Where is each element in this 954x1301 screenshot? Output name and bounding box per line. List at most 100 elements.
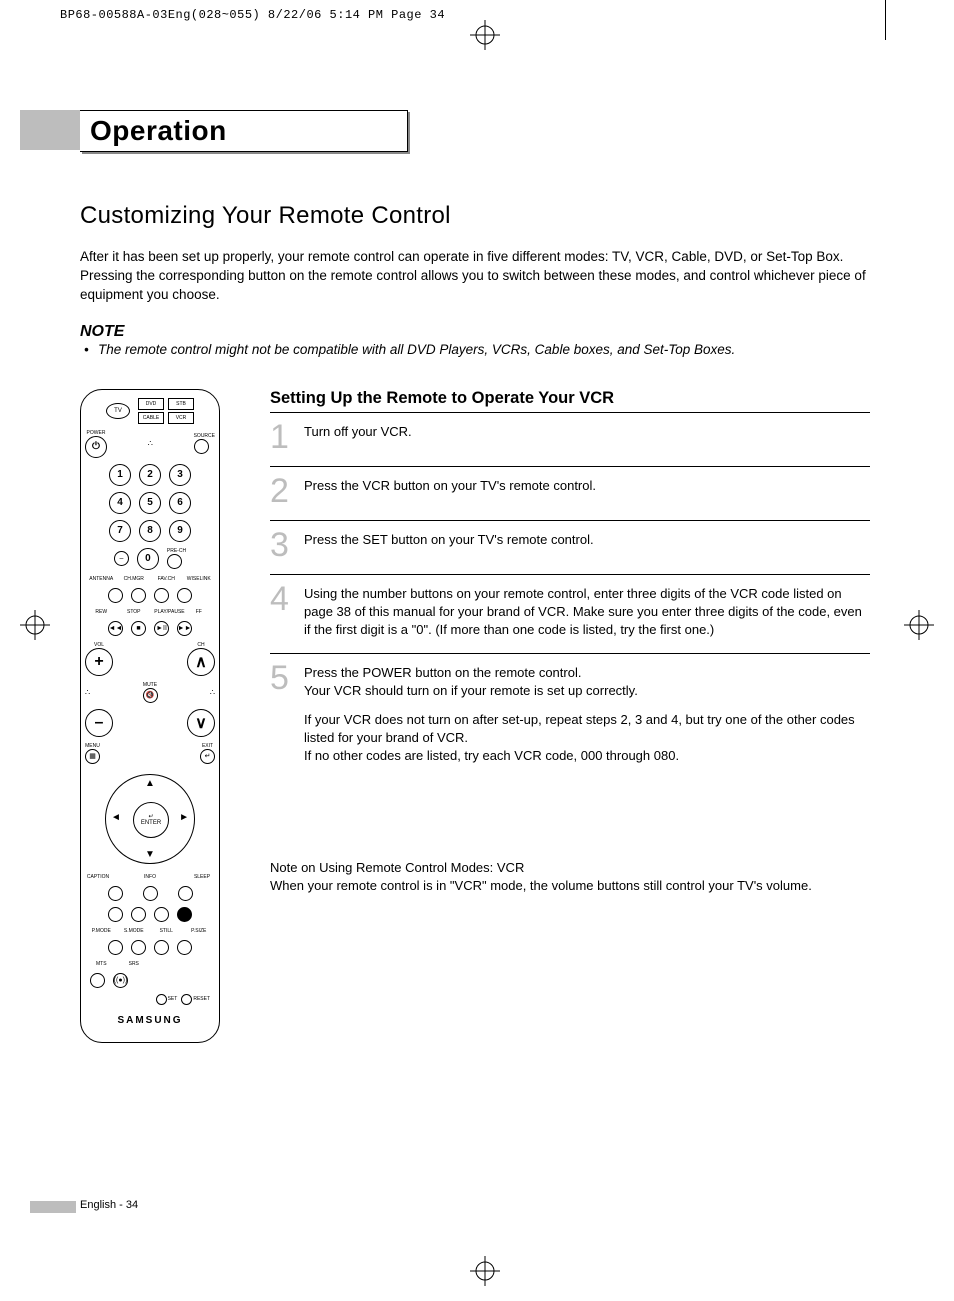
remote-psize-button [177, 940, 192, 955]
remote-stb-button: STB [168, 398, 194, 410]
remote-exit-label: EXIT [200, 743, 215, 749]
step-5-p1: Press the POWER button on the remote con… [304, 664, 870, 700]
remote-mts-button [90, 973, 105, 988]
remote-pmode-label: P.MODE [89, 928, 113, 934]
remote-smode-button [131, 940, 146, 955]
remote-dpad: ▲ ▼ ◄ ► ↵ENTER [105, 774, 195, 864]
remote-caption-label: CAPTION [86, 874, 110, 880]
mode-note: Note on Using Remote Control Modes: VCR … [270, 859, 870, 895]
remote-set-button [156, 994, 167, 1005]
step-text: Press the VCR button on your TV's remote… [304, 477, 596, 506]
step-number: 2 [270, 477, 292, 506]
remote-vcr-button: VCR [168, 412, 194, 424]
remote-mute-button: 🔇 [143, 688, 158, 703]
remote-psize-label: P.SIZE [187, 928, 211, 934]
step-2: 2 Press the VCR button on your TV's remo… [270, 467, 870, 521]
remote-chmgr-button [131, 588, 146, 603]
remote-enter-label: ENTER [141, 820, 161, 826]
remote-key-6: 6 [169, 492, 191, 514]
note-body: The remote control might not be compatib… [80, 341, 870, 359]
remote-key-dash: – [114, 551, 129, 566]
remote-key-4: 4 [109, 492, 131, 514]
remote-rew-label: REW [89, 609, 113, 615]
step-number: 1 [270, 423, 292, 452]
remote-smode-label: S.MODE [122, 928, 146, 934]
remote-vol-down: – [85, 709, 113, 737]
remote-ch-label: CH [187, 642, 215, 648]
remote-ch-down: ∨ [187, 709, 215, 737]
remote-prech-label: PRE-CH [167, 548, 186, 554]
remote-illustration: TV DVD STB CABLE VCR POWER [80, 389, 230, 1043]
step-5-p2: If your VCR does not turn on after set-u… [304, 711, 870, 766]
banner-accent [20, 110, 80, 150]
step-3: 3 Press the SET button on your TV's remo… [270, 521, 870, 575]
registration-mark-top [470, 20, 500, 50]
page-footer: English - 34 [80, 1199, 138, 1211]
remote-stop-label: STOP [122, 609, 146, 615]
remote-antenna-label: ANTENNA [89, 576, 113, 582]
remote-key-7: 7 [109, 520, 131, 542]
remote-wiselink-button [177, 588, 192, 603]
remote-rew-button: ◄◄ [108, 621, 123, 636]
remote-tv-button: TV [106, 403, 130, 419]
step-number: 5 [270, 664, 292, 765]
remote-pmode-button [108, 940, 123, 955]
step-number: 3 [270, 531, 292, 560]
remote-cable-button: CABLE [138, 412, 164, 424]
page-content: Operation Customizing Your Remote Contro… [80, 110, 870, 1043]
remote-favch-button [154, 588, 169, 603]
crop-mark-line [885, 0, 886, 40]
remote-source-button [194, 439, 209, 454]
remote-color-3 [154, 907, 169, 922]
remote-source-label: SOURCE [194, 433, 215, 439]
remote-favch-label: FAV.CH [154, 576, 178, 582]
remote-key-5: 5 [139, 492, 161, 514]
remote-still-label: STILL [154, 928, 178, 934]
remote-exit-button: ↵ [200, 749, 215, 764]
remote-wiselink-label: WISELINK [187, 576, 211, 582]
remote-srs-button: ((●)) [113, 973, 128, 988]
remote-antenna-button [108, 588, 123, 603]
remote-stop-button: ■ [131, 621, 146, 636]
note-heading: NOTE [80, 323, 870, 341]
remote-key-1: 1 [109, 464, 131, 486]
remote-chmgr-label: CH.MGR [122, 576, 146, 582]
remote-key-3: 3 [169, 464, 191, 486]
remote-menu-label: MENU [85, 743, 100, 749]
step-text: Press the SET button on your TV's remote… [304, 531, 594, 560]
remote-still-button [154, 940, 169, 955]
remote-ff-button: ►► [177, 621, 192, 636]
remote-play-label: PLAY/PAUSE [154, 609, 178, 615]
remote-key-0: 0 [137, 548, 159, 570]
remote-srs-label: SRS [122, 961, 146, 967]
crop-mark-header: BP68-00588A-03Eng(028~055) 8/22/06 5:14 … [60, 8, 445, 22]
step-5: 5 Press the POWER button on the remote c… [270, 654, 870, 779]
remote-caption-button [108, 886, 123, 901]
step-1: 1 Turn off your VCR. [270, 413, 870, 467]
remote-mts-label: MTS [89, 961, 113, 967]
remote-key-8: 8 [139, 520, 161, 542]
steps-heading: Setting Up the Remote to Operate Your VC… [270, 389, 870, 413]
registration-mark-left [20, 610, 50, 640]
remote-menu-button: ▦ [85, 749, 100, 764]
remote-info-label: INFO [138, 874, 162, 880]
step-text: Turn off your VCR. [304, 423, 412, 452]
remote-mute-label: MUTE [143, 682, 158, 688]
remote-power-button: ⏻ [85, 436, 107, 458]
remote-ch-up: ∧ [187, 648, 215, 676]
remote-vol-up: + [85, 648, 113, 676]
intro-paragraph: After it has been set up properly, your … [80, 248, 870, 305]
remote-sleep-label: SLEEP [190, 874, 214, 880]
remote-color-2 [131, 907, 146, 922]
remote-prech-button [167, 554, 182, 569]
remote-reset-button [181, 994, 192, 1005]
remote-info-button [143, 886, 158, 901]
footer-tab [30, 1201, 76, 1213]
remote-vol-label: VOL [85, 642, 113, 648]
step-text: Using the number buttons on your remote … [304, 585, 870, 640]
step-text: Press the POWER button on the remote con… [304, 664, 870, 765]
steps-column: Setting Up the Remote to Operate Your VC… [270, 389, 870, 1043]
remote-ff-label: FF [187, 609, 211, 615]
section-title: Operation [80, 110, 408, 152]
registration-mark-right [904, 610, 934, 640]
